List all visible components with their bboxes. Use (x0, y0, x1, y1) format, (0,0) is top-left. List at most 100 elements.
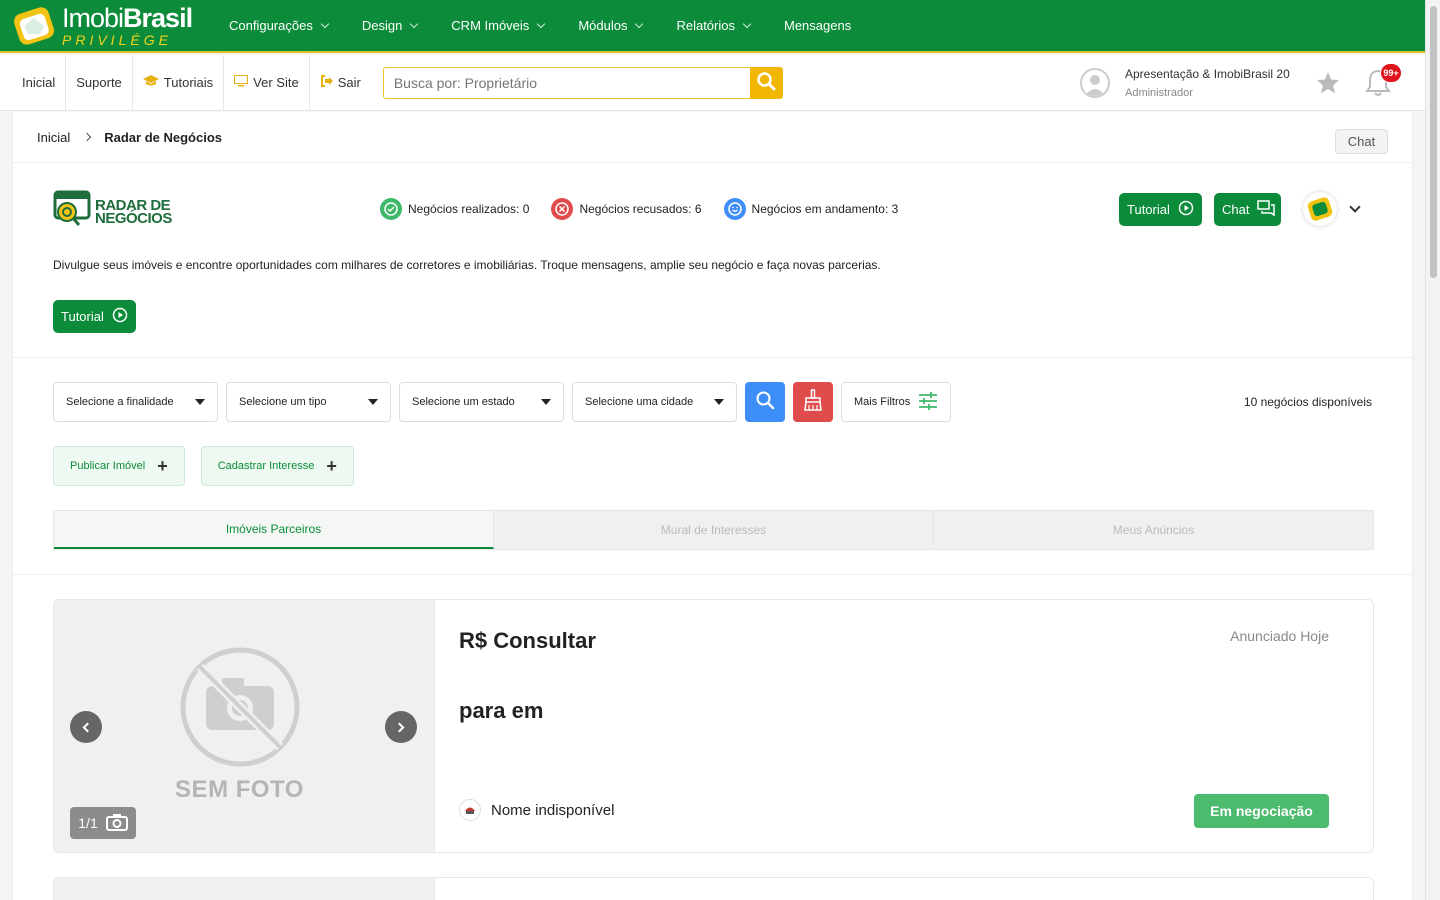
listing-headline: para em (459, 698, 544, 723)
chevron-down-icon (635, 19, 644, 28)
brand-name-light: Imobi (62, 2, 124, 33)
breadcrumb-home[interactable]: Inicial (37, 130, 70, 145)
tab-mural-interesses[interactable]: Mural de Interesses (494, 511, 934, 549)
stat-andamento: Negócios em andamento: 3 (723, 198, 899, 220)
top-navbar: ImobiBrasil PRIVILÉGE Configurações Desi… (0, 0, 1425, 53)
filters-bar: Selecione a finalidade Selecione um tipo… (53, 382, 951, 422)
divider (13, 574, 1414, 575)
tutorial-button[interactable]: Tutorial (1119, 193, 1202, 226)
chat-bubbles-icon (1257, 200, 1276, 219)
listing-posted: Anunciado Hoje (1230, 628, 1329, 644)
chevron-down-icon (537, 19, 546, 28)
owner-avatar (459, 799, 481, 821)
chevron-down-icon (742, 19, 752, 28)
listing-card[interactable]: SEM FOTO 1/1 R$ Consultar Anunciado Hoje… (53, 599, 1374, 853)
caret-down-icon (541, 399, 551, 405)
nav-item-crm-imoveis[interactable]: CRM Imóveis (434, 0, 561, 52)
tab-meus-anuncios[interactable]: Meus Anúncios (934, 511, 1373, 549)
plus-icon: + (326, 456, 337, 476)
link-sair[interactable]: Sair (310, 55, 371, 111)
stat-realizados: Negócios realizados: 0 (380, 198, 529, 220)
link-tutoriais[interactable]: Tutoriais (133, 54, 225, 111)
select-tipo[interactable]: Selecione um tipo (226, 382, 391, 422)
search-bar (382, 66, 783, 99)
nav-item-modulos[interactable]: Módulos (561, 0, 659, 52)
listing-photo[interactable] (54, 878, 435, 900)
tutorial-button-secondary[interactable]: Tutorial (53, 300, 136, 333)
brand-name-bold: Brasil (123, 2, 193, 33)
listing-price: R$ Consultar (459, 628, 596, 653)
stat-value: 6 (694, 202, 702, 216)
search-icon (755, 390, 775, 415)
broom-icon (803, 388, 823, 416)
chat-top-button[interactable]: Chat (1335, 129, 1388, 154)
x-circle-icon (551, 198, 574, 220)
more-filters-button[interactable]: Mais Filtros (841, 382, 951, 422)
chat-button[interactable]: Chat (1214, 193, 1281, 226)
deal-stats: Negócios realizados: 0 Negócios recusado… (380, 198, 920, 220)
search-input[interactable] (382, 66, 750, 99)
brand-logo[interactable]: ImobiBrasil PRIVILÉGE (0, 0, 193, 52)
nav-item-design[interactable]: Design (345, 0, 434, 52)
radar-logo-icon (53, 190, 93, 233)
tabs: Imóveis Parceiros Mural de Interesses Me… (53, 510, 1374, 550)
chevron-right-icon (83, 132, 92, 142)
stat-value: 0 (522, 202, 530, 216)
link-suporte[interactable]: Suporte (66, 54, 133, 111)
brand-tagline: PRIVILÉGE (62, 31, 172, 48)
camera-icon (105, 813, 128, 834)
listing-photo[interactable]: SEM FOTO 1/1 (54, 600, 435, 852)
register-interest-button[interactable]: Cadastrar Interesse + (200, 446, 354, 486)
stat-recusados: Negócios recusados: 6 (551, 198, 702, 220)
chevron-down-icon (320, 19, 330, 28)
smile-circle-icon (723, 198, 746, 220)
user-name: Apresentação & ImobiBrasil 20 (1125, 67, 1290, 81)
sign-out-icon (320, 75, 333, 90)
brand-mini-logo-icon[interactable] (1303, 192, 1337, 226)
plus-icon: + (157, 456, 168, 476)
nav-item-configuracoes[interactable]: Configurações (212, 0, 345, 52)
favorites-star-icon[interactable] (1316, 71, 1340, 100)
scrollbar-thumb[interactable] (1430, 6, 1437, 278)
photo-counter: 1/1 (70, 807, 136, 839)
publish-property-button[interactable]: Publicar Imóvel + (53, 446, 185, 486)
select-cidade[interactable]: Selecione uma cidade (572, 382, 737, 422)
user-menu[interactable]: Apresentação & ImobiBrasil 20 Administra… (1080, 55, 1290, 111)
listing-owner[interactable]: Nome indisponível (459, 799, 614, 821)
chevron-down-icon (410, 19, 419, 28)
filter-search-button[interactable] (745, 382, 785, 422)
tab-imoveis-parceiros[interactable]: Imóveis Parceiros (54, 511, 494, 549)
breadcrumb: Inicial Radar de Negócios (13, 112, 1412, 163)
radar-description: Divulgue seus imóveis e encontre oportun… (53, 258, 881, 272)
status-button[interactable]: Em negociação (1194, 794, 1329, 828)
select-estado[interactable]: Selecione um estado (399, 382, 564, 422)
nav-item-mensagens[interactable]: Mensagens (767, 0, 868, 52)
notifications-badge: 99+ (1380, 63, 1402, 83)
listing-card[interactable] (53, 877, 1374, 900)
check-circle-icon (380, 198, 402, 220)
search-button[interactable] (749, 66, 783, 99)
stat-value: 3 (891, 202, 899, 216)
clear-filters-button[interactable] (793, 382, 833, 422)
caret-down-icon (368, 399, 378, 405)
breadcrumb-current: Radar de Negócios (104, 129, 223, 145)
main-menu: Configurações Design CRM Imóveis Módulos… (212, 0, 868, 52)
chevron-down-icon[interactable] (1349, 201, 1361, 213)
next-photo-button[interactable] (385, 711, 417, 743)
link-inicial[interactable]: Inicial (0, 54, 67, 111)
radar-logo-line2: NEGÓCIOS (95, 209, 172, 227)
play-circle-icon (112, 307, 128, 326)
caret-down-icon (714, 399, 724, 405)
monitor-icon (234, 75, 249, 90)
secondary-toolbar: Inicial Suporte Tutoriais Ver Site Sair … (0, 54, 1425, 111)
divider (13, 357, 1414, 358)
scrollbar[interactable] (1425, 0, 1440, 900)
brand-logo-icon (12, 4, 56, 48)
prev-photo-button[interactable] (70, 711, 102, 743)
select-finalidade[interactable]: Selecione a finalidade (53, 382, 218, 422)
chevron-left-icon (82, 722, 93, 732)
link-ver-site[interactable]: Ver Site (224, 54, 310, 111)
no-photo-text: SEM FOTO (175, 776, 304, 803)
nav-item-relatorios[interactable]: Relatórios (659, 0, 767, 52)
play-circle-icon (1178, 200, 1194, 219)
